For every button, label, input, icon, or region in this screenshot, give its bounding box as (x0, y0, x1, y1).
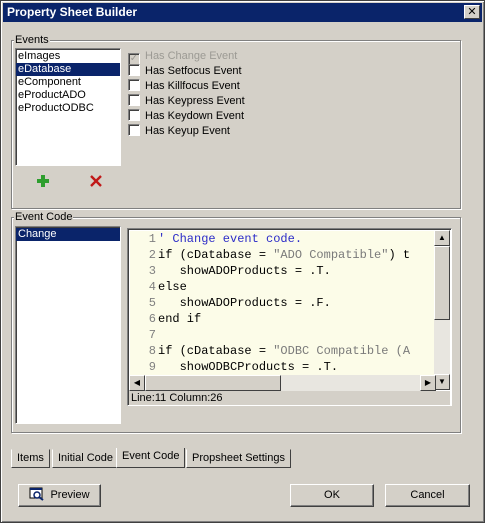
code-string: "ODBC Compatible (A (273, 344, 411, 358)
window-title: Property Sheet Builder (7, 5, 138, 19)
line-number: 7 (130, 327, 158, 343)
list-item[interactable]: eComponent (16, 76, 120, 89)
checkbox-has-killfocus-event[interactable]: Has Killfocus Event (128, 79, 240, 93)
cancel-button-label: Cancel (410, 489, 445, 501)
scroll-up-icon[interactable]: ▲ (434, 230, 450, 246)
checkbox-label: Has Killfocus Event (145, 80, 240, 92)
line-number: 5 (130, 295, 158, 311)
checkbox-label: Has Keypress Event (145, 95, 245, 107)
line-number: 2 (130, 247, 158, 263)
code-line: 4 else (130, 279, 436, 295)
preview-button[interactable]: Preview (18, 484, 101, 507)
code-line: 9 showODBCProducts = .T. (130, 359, 436, 375)
ok-button-label: OK (324, 489, 340, 501)
code-line: 8 if (cDatabase = "ODBC Compatible (A (130, 343, 436, 359)
list-item-selected[interactable]: Change (16, 228, 120, 241)
line-number: 9 (130, 359, 158, 375)
code-line: 6 end if (130, 311, 436, 327)
list-item[interactable]: eImages (16, 50, 120, 63)
list-item[interactable]: eProductODBC (16, 102, 120, 115)
scroll-right-icon[interactable]: ▶ (420, 375, 436, 391)
title-bar: Property Sheet Builder ✕ (3, 3, 482, 22)
list-item-selected[interactable]: eDatabase (16, 63, 120, 76)
tab-event-code[interactable]: Event Code (116, 448, 186, 468)
code-text: ' Change event code. (158, 232, 303, 246)
line-number: 8 (130, 343, 158, 359)
line-number: 1 (130, 231, 158, 247)
events-group-label: Events (14, 33, 50, 47)
ok-button[interactable]: OK (290, 484, 374, 507)
cancel-button[interactable]: Cancel (385, 484, 470, 507)
delete-event-button[interactable] (86, 174, 106, 194)
checkbox-box[interactable] (128, 79, 140, 91)
property-sheet-builder-window: Property Sheet Builder ✕ Events eImages … (0, 0, 485, 523)
checkbox-has-keypress-event[interactable]: Has Keypress Event (128, 94, 245, 108)
code-text: showADOProducts = .T. (158, 264, 331, 278)
checkbox-label: Has Change Event (145, 50, 238, 62)
tab-initial-code[interactable]: Initial Code (52, 449, 120, 468)
event-code-list[interactable]: Change (15, 226, 121, 424)
code-line: 7 (130, 327, 436, 343)
checkbox-label: Has Setfocus Event (145, 65, 242, 77)
code-line: 5 showADOProducts = .F. (130, 295, 436, 311)
code-text: showADOProducts = .F. (158, 296, 331, 310)
tab-items[interactable]: Items (11, 449, 50, 468)
checkbox-has-keydown-event[interactable]: Has Keydown Event (128, 109, 244, 123)
checkbox-has-change-event: ✓ Has Change Event (128, 49, 238, 65)
code-text: end if (158, 312, 202, 326)
checkbox-box[interactable] (128, 124, 140, 136)
line-number: 3 (130, 263, 158, 279)
code-line: 3 showADOProducts = .T. (130, 263, 436, 279)
line-number: 6 (130, 311, 158, 327)
checkbox-label: Has Keydown Event (145, 110, 245, 122)
plus-icon (37, 175, 49, 187)
code-lines[interactable]: 1 ' Change event code. 2 if (cDatabase = "… (130, 231, 436, 391)
code-text: if (cDatabase = (158, 248, 274, 262)
scroll-left-icon[interactable]: ◀ (129, 375, 145, 391)
scroll-down-icon[interactable]: ▼ (434, 374, 450, 390)
events-list[interactable]: eImages eDatabase eComponent eProductADO… (15, 48, 121, 166)
add-event-button[interactable] (33, 174, 53, 194)
scroll-thumb[interactable] (145, 375, 281, 391)
list-item[interactable]: eProductADO (16, 89, 120, 102)
checkbox-has-keyup-event[interactable]: Has Keyup Event (128, 124, 230, 138)
code-string: "ADO Compatible" (273, 248, 389, 262)
horizontal-scrollbar[interactable]: ◀ ▶ (129, 375, 436, 391)
code-text: if (cDatabase = (158, 344, 274, 358)
code-line: 1 ' Change event code. (130, 231, 436, 247)
checkbox-has-setfocus-event[interactable]: Has Setfocus Event (128, 64, 242, 78)
code-editor[interactable]: 1 ' Change event code. 2 if (cDatabase = "… (127, 228, 452, 406)
event-code-group-label: Event Code (14, 210, 74, 224)
checkbox-box[interactable] (128, 94, 140, 106)
close-icon[interactable]: ✕ (464, 5, 480, 19)
vertical-scrollbar[interactable]: ▲ ▼ (434, 230, 450, 390)
preview-button-label: Preview (50, 489, 90, 501)
checkbox-box[interactable] (128, 109, 140, 121)
code-line: 2 if (cDatabase = "ADO Compatible") t (130, 247, 436, 263)
x-icon (90, 175, 102, 187)
code-text: showODBCProducts = .T. (158, 360, 339, 374)
tab-propsheet-settings[interactable]: Propsheet Settings (186, 449, 291, 468)
preview-icon (29, 487, 45, 501)
code-text: ) t (388, 248, 411, 262)
editor-status: Line:11 Column:26 (129, 391, 450, 405)
scroll-thumb[interactable] (434, 246, 450, 320)
line-number: 4 (130, 279, 158, 295)
code-text: else (158, 280, 187, 294)
checkbox-label: Has Keyup Event (145, 125, 230, 137)
checkbox-box[interactable] (128, 64, 140, 76)
